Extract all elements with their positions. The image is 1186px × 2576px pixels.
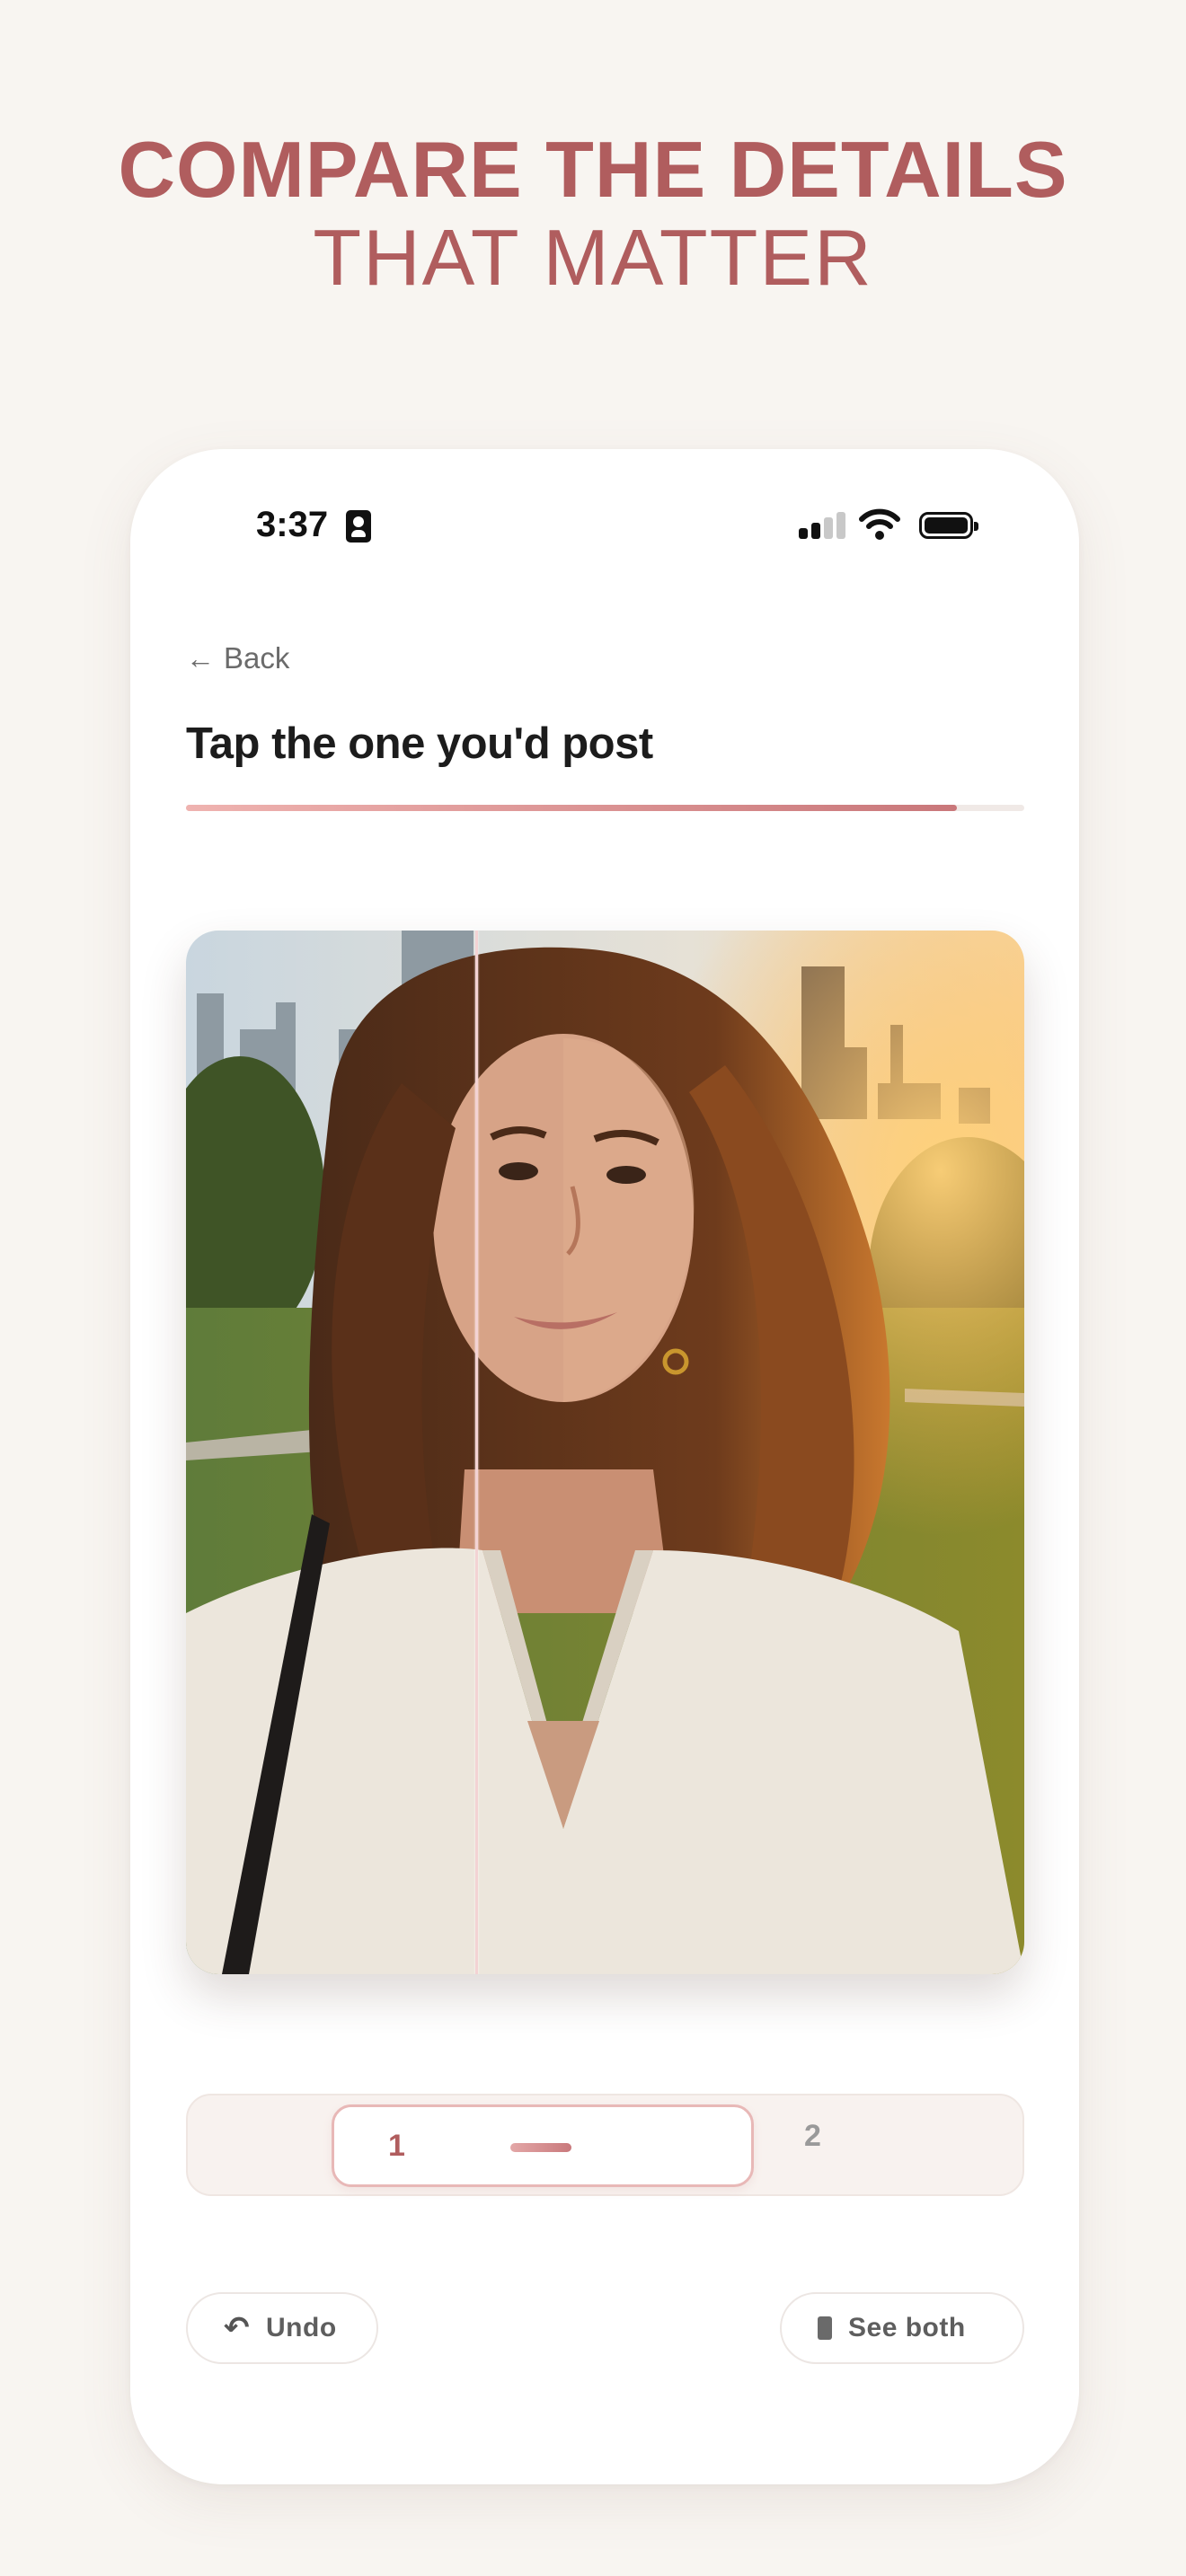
undo-button[interactable]: ↶ Undo	[186, 2292, 378, 2364]
cellular-signal-icon	[799, 512, 849, 539]
marketing-headline: COMPARE THE DETAILS THAT MATTER	[0, 126, 1186, 302]
back-label: Back	[224, 641, 290, 675]
battery-icon	[919, 512, 978, 539]
undo-icon: ↶	[224, 2311, 250, 2345]
page-title: Tap the one you'd post	[186, 719, 653, 768]
back-arrow-icon: ←	[186, 641, 215, 675]
back-button[interactable]: ← Back	[186, 641, 289, 675]
progress-bar	[186, 805, 1024, 811]
choice-option-1[interactable]: 1	[332, 2104, 754, 2187]
status-time: 3:37	[256, 505, 329, 544]
progress-fill	[186, 805, 958, 811]
undo-label: Undo	[266, 2313, 337, 2342]
headline-line-2: THAT MATTER	[313, 213, 873, 302]
headline-line-1: COMPARE THE DETAILS	[118, 125, 1068, 214]
photo-comparison-card[interactable]	[186, 931, 1024, 1974]
wifi-icon	[859, 508, 900, 540]
see-both-label: See both	[848, 2313, 966, 2342]
see-both-button[interactable]: See both	[780, 2292, 1024, 2364]
phone-icon	[818, 2316, 832, 2340]
phone-frame: 3:37 ← Back Tap the one you'd post 1 2 ↶…	[130, 449, 1079, 2484]
drag-handle-icon	[510, 2143, 571, 2152]
choice-option-2[interactable]: 2	[804, 2119, 821, 2154]
selfie-photo	[186, 931, 1024, 1974]
contact-card-icon	[346, 510, 371, 543]
photo-choice-selector: 1 2	[186, 2094, 1024, 2196]
choice-1-label: 1	[388, 2129, 405, 2163]
comparison-divider-handle[interactable]	[475, 931, 478, 1974]
